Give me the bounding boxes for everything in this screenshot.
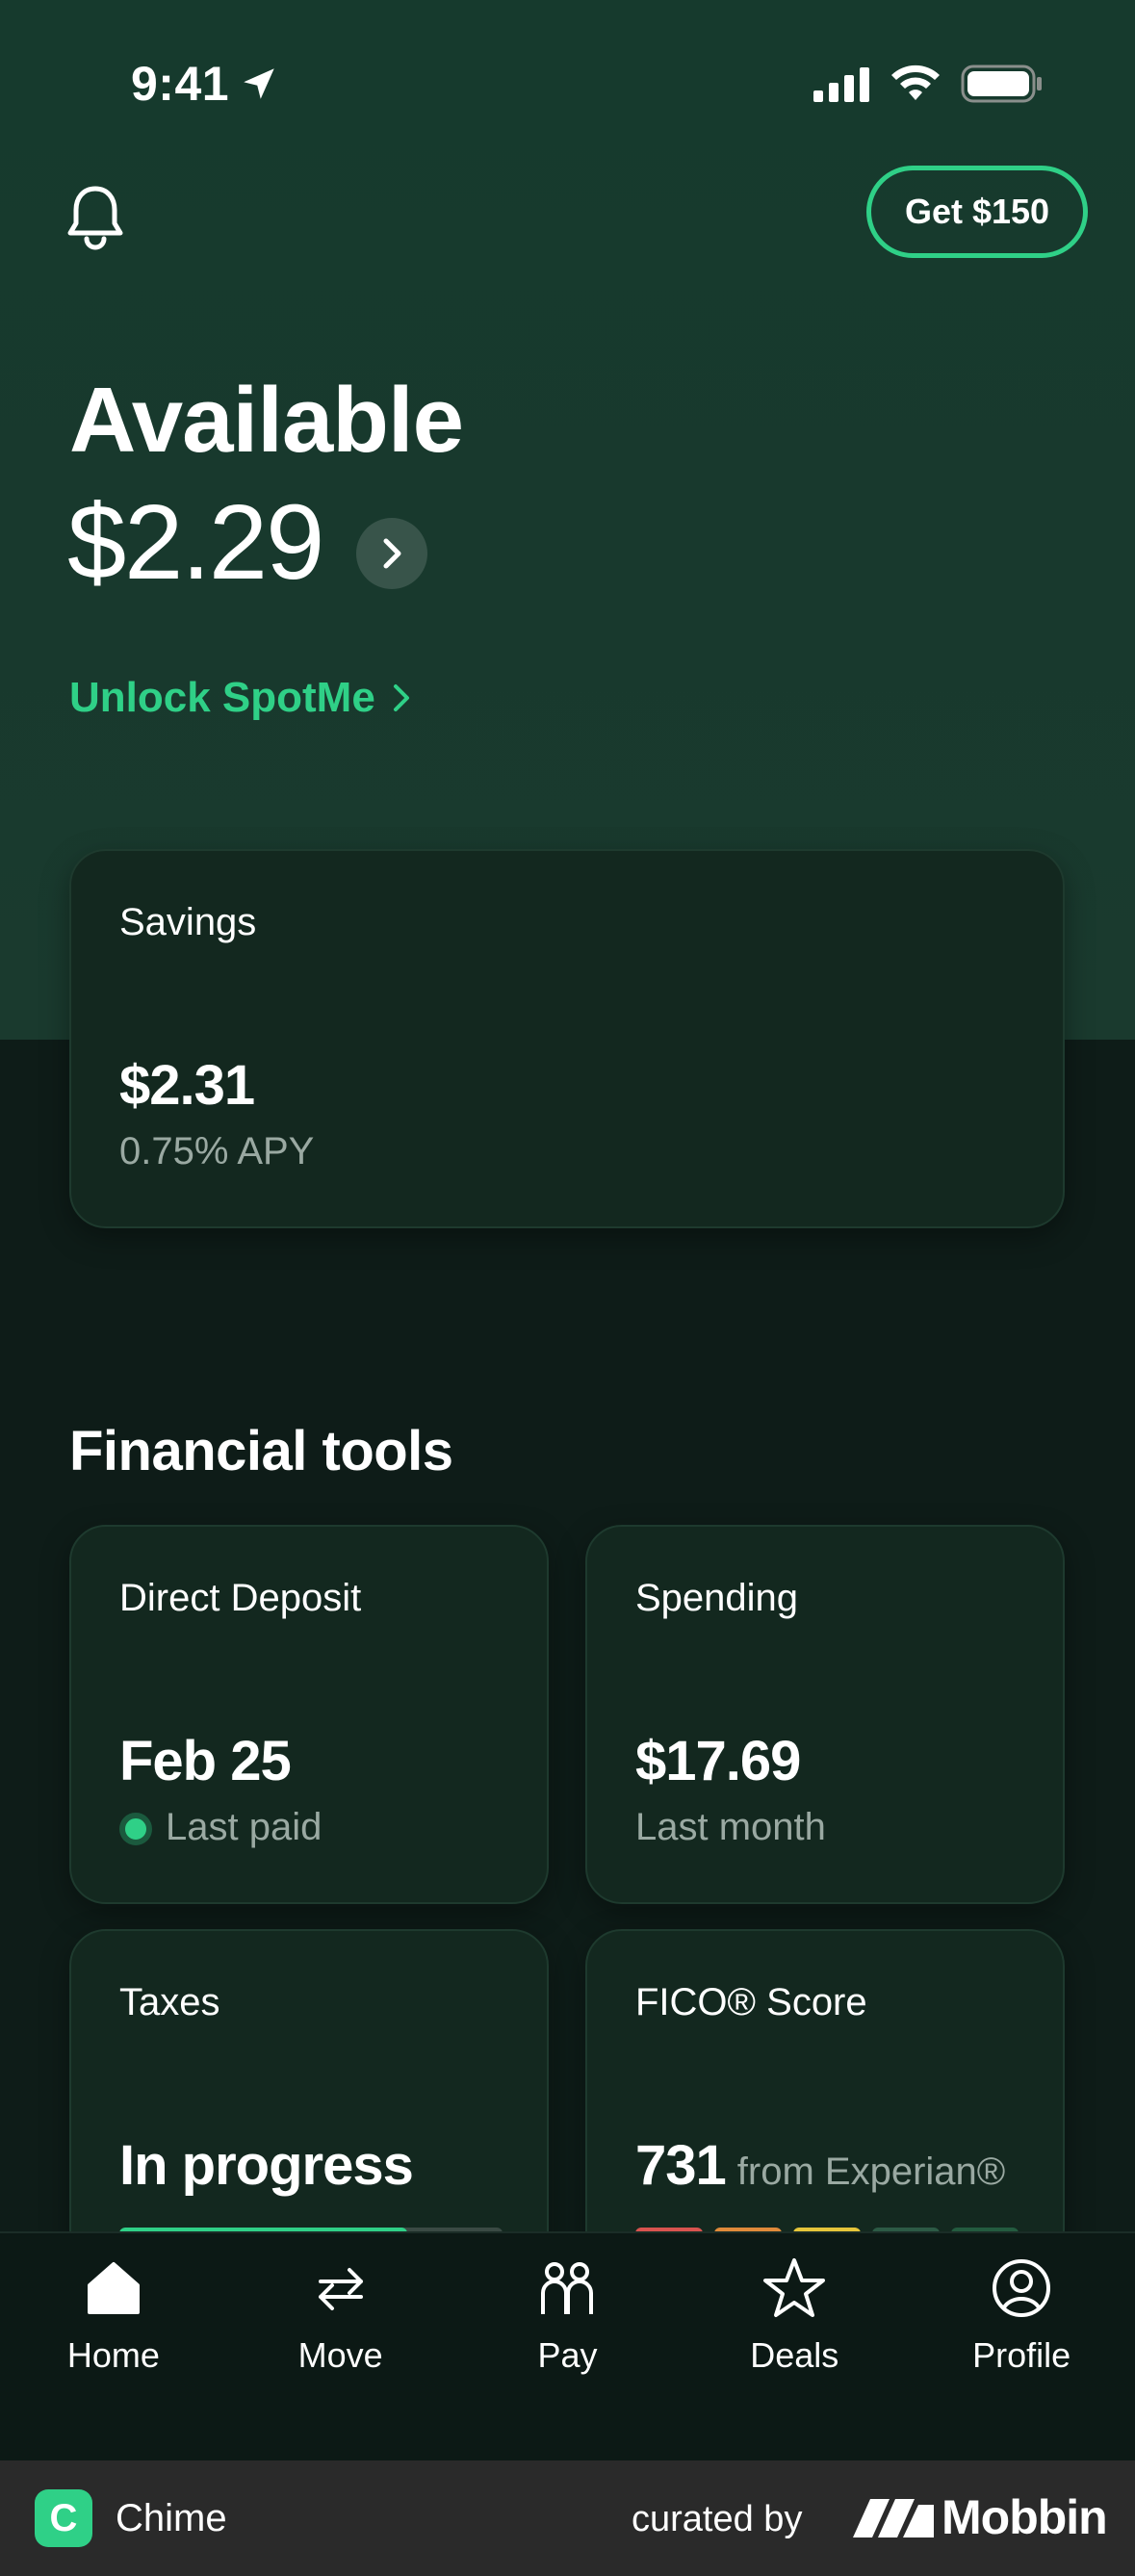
- fico-score-line: 731 from Experian®: [635, 2133, 1005, 2198]
- spending-label: Spending: [635, 1577, 799, 1619]
- fico-source: from Experian®: [736, 2151, 1006, 2193]
- savings-amount: $2.31: [119, 1054, 255, 1117]
- tab-label: Move: [297, 2335, 383, 2375]
- status-time: 9:41: [131, 57, 230, 111]
- direct-deposit-card[interactable]: Direct Deposit Feb 25 Last paid: [69, 1525, 549, 1904]
- direct-deposit-sub: Last paid: [166, 1806, 322, 1848]
- balance-details-button[interactable]: [356, 518, 427, 589]
- direct-deposit-status: Last paid: [119, 1806, 322, 1849]
- tab-label: Home: [66, 2335, 160, 2375]
- direct-deposit-date: Feb 25: [119, 1730, 292, 1792]
- people-icon: [541, 2262, 594, 2314]
- battery-icon: [961, 64, 1042, 103]
- tab-pay[interactable]: Pay: [454, 2233, 682, 2460]
- notification-bell-icon[interactable]: [65, 183, 125, 252]
- savings-card[interactable]: Savings $2.31 0.75% APY: [69, 849, 1065, 1228]
- taxes-status: In progress: [119, 2134, 414, 2197]
- spotme-label: Unlock SpotMe: [69, 674, 375, 721]
- savings-apy: 0.75% APY: [119, 1130, 315, 1172]
- tab-label: Deals: [750, 2335, 839, 2375]
- home-icon: [87, 2262, 140, 2314]
- transfer-icon: [318, 2268, 363, 2310]
- fico-score-value: 731: [635, 2134, 727, 2197]
- curated-by-label: curated by: [632, 2499, 803, 2539]
- balance-amount[interactable]: $2.29: [67, 481, 324, 604]
- tab-label: Profile: [972, 2335, 1071, 2375]
- star-icon: [763, 2258, 826, 2317]
- location-arrow-icon: [244, 68, 274, 99]
- app-name: Chime: [116, 2497, 227, 2539]
- unlock-spotme-link[interactable]: Unlock SpotMe: [69, 674, 414, 722]
- spending-card[interactable]: Spending $17.69 Last month: [585, 1525, 1065, 1904]
- attribution-footer: C Chime curated by Mobbin: [0, 2460, 1135, 2576]
- spending-period: Last month: [635, 1806, 826, 1848]
- wifi-icon: [891, 64, 940, 100]
- bottom-tab-bar: Home Move Pay Deals Profile: [0, 2231, 1135, 2460]
- signal-icon: [813, 67, 869, 102]
- taxes-label: Taxes: [119, 1981, 220, 2023]
- chime-logo-icon: C: [35, 2489, 92, 2547]
- tab-profile[interactable]: Profile: [908, 2233, 1135, 2460]
- mobbin-brand: Mobbin: [942, 2490, 1108, 2544]
- tab-deals[interactable]: Deals: [681, 2233, 908, 2460]
- spending-amount: $17.69: [635, 1730, 801, 1792]
- tab-home[interactable]: Home: [0, 2233, 227, 2460]
- savings-label: Savings: [119, 901, 257, 943]
- referral-button[interactable]: Get $150: [866, 166, 1088, 258]
- tab-label: Pay: [537, 2335, 598, 2375]
- fico-label: FICO® Score: [635, 1981, 867, 2023]
- chevron-right-icon: [383, 538, 401, 569]
- mobbin-logo-icon: [853, 2499, 934, 2537]
- status-dot-icon: [119, 1813, 152, 1846]
- balance-title: Available: [69, 369, 464, 472]
- financial-tools-title: Financial tools: [69, 1420, 453, 1482]
- direct-deposit-label: Direct Deposit: [119, 1577, 362, 1619]
- tab-move[interactable]: Move: [227, 2233, 454, 2460]
- chevron-right-icon: [393, 684, 409, 711]
- profile-icon: [993, 2259, 1051, 2317]
